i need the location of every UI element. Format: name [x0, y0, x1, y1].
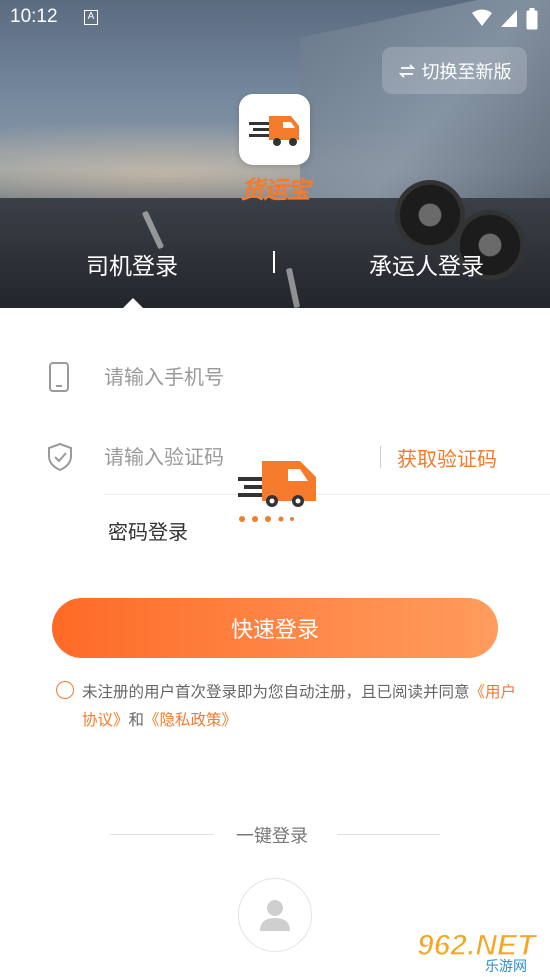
status-bar: 10:12 A [0, 0, 550, 36]
agreement-prefix: 未注册的用户首次登录即为您自动注册，且已阅读并同意 [82, 683, 470, 701]
brand-name: 货运宝 [240, 176, 311, 204]
agreement-and: 和 [128, 711, 145, 729]
wifi-icon [472, 9, 492, 26]
notification-a-icon: A [84, 10, 98, 25]
one-key-login-button[interactable] [238, 878, 312, 952]
password-login-link[interactable]: 密码登录 [108, 516, 188, 545]
divider-line-right [337, 834, 440, 835]
agreement-checkbox[interactable] [56, 681, 74, 699]
verification-code-input[interactable] [104, 442, 364, 472]
agreement-text: 未注册的用户首次登录即为您自动注册，且已阅读并同意《用户协议》和《隐私政策》 [82, 678, 522, 734]
status-time: 10:12 [10, 6, 58, 27]
watermark-subtext: 乐游网 [485, 959, 527, 975]
tab-divider [273, 251, 275, 273]
truck-logo-icon [248, 115, 299, 146]
get-code-button[interactable]: 获取验证码 [397, 443, 497, 472]
watermark-logo: 962.NET 乐游网 [416, 928, 538, 975]
field-divider [104, 494, 550, 495]
tab-driver-login[interactable]: 司机登录 [86, 247, 178, 281]
switch-version-button[interactable]: 切换至新版 [382, 47, 527, 94]
phone-icon [49, 362, 69, 392]
switch-version-label: 切换至新版 [421, 61, 512, 83]
app-logo [239, 94, 310, 165]
privacy-policy-link[interactable]: 《隐私政策》 [144, 711, 237, 729]
swap-icon [398, 63, 415, 78]
active-tab-indicator [123, 298, 143, 308]
quick-login-button[interactable]: 快速登录 [52, 598, 498, 658]
loading-truck-icon [238, 461, 316, 522]
watermark-text: 962.NET [417, 929, 538, 962]
cell-signal-icon [501, 10, 517, 27]
phone-input[interactable] [104, 362, 504, 392]
hero-banner: 10:12 A 切换至新版 货运宝 司机登录 承运人登录 [0, 0, 550, 308]
tab-shipper-login[interactable]: 承运人登录 [369, 247, 484, 281]
user-icon [260, 900, 290, 931]
shield-check-icon [48, 442, 72, 472]
one-key-login-label: 一键登录 [236, 826, 308, 847]
code-separator [380, 446, 381, 468]
divider-line-left [110, 834, 213, 835]
battery-icon [526, 8, 538, 30]
